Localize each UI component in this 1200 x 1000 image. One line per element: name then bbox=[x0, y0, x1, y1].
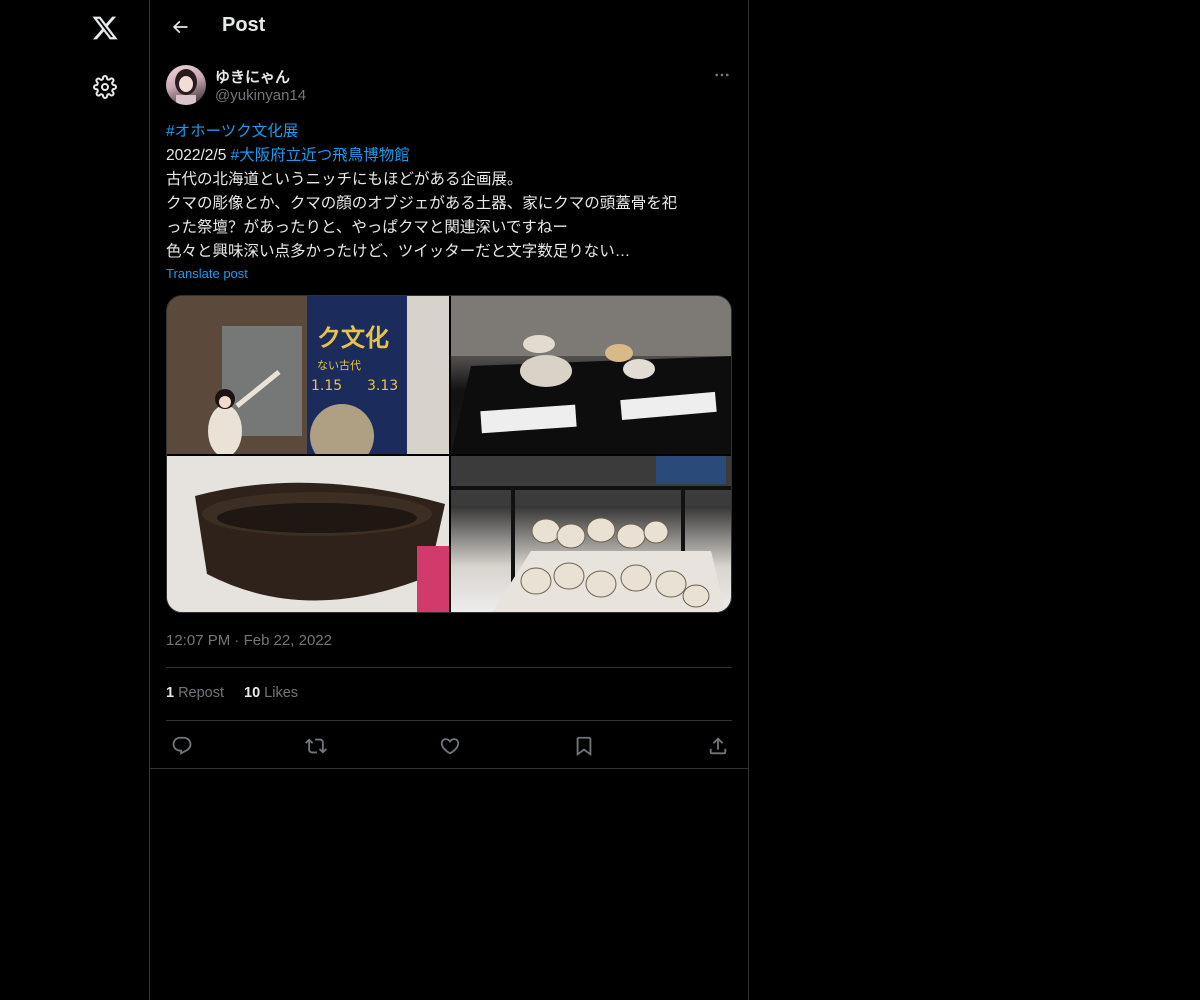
share-button[interactable] bbox=[704, 732, 732, 760]
hashtag-link[interactable]: #大阪府立近つ飛鳥博物館 bbox=[231, 147, 410, 164]
post-text-line: クマの彫像とか、クマの顔のオブジェがある土器、家にクマの頭蓋骨を祀 bbox=[166, 195, 678, 212]
reply-button[interactable] bbox=[168, 732, 196, 760]
likes-label: Likes bbox=[264, 685, 299, 701]
share-icon bbox=[709, 737, 727, 755]
photo-bear-skulls[interactable] bbox=[451, 456, 731, 612]
post-column: Post ゆきにゃん @yukinyan14 #オホーツク文化展 2022/2/… bbox=[150, 0, 749, 1000]
likes-stat[interactable]: 10 Likes bbox=[244, 685, 298, 701]
page-title: Post bbox=[222, 14, 266, 36]
post-timestamp: 12:07 PM · Feb 22, 2022 bbox=[166, 632, 332, 649]
poster-date-start: 1.15 bbox=[311, 378, 342, 394]
repost-icon bbox=[305, 738, 327, 754]
timestamp-separator: · bbox=[230, 632, 244, 649]
poster-title-text: ク文化 bbox=[317, 324, 389, 352]
poster-date-end: 3.13 bbox=[367, 378, 398, 394]
photo-bear-figurines[interactable] bbox=[451, 296, 731, 454]
post-date[interactable]: Feb 22, 2022 bbox=[244, 632, 332, 649]
post-text: #オホーツク文化展 2022/2/5 #大阪府立近つ飛鳥博物館 古代の北海道とい… bbox=[166, 120, 734, 264]
avatar[interactable] bbox=[166, 65, 206, 105]
display-name[interactable]: ゆきにゃん bbox=[215, 66, 290, 87]
heart-icon bbox=[440, 738, 460, 755]
more-options-button[interactable] bbox=[712, 65, 732, 85]
divider bbox=[166, 720, 732, 721]
poster-subtitle-text: ない古代 bbox=[317, 359, 361, 372]
repost-button[interactable] bbox=[302, 732, 330, 760]
x-logo-icon[interactable] bbox=[80, 3, 130, 53]
reposts-count: 1 bbox=[166, 685, 175, 701]
post-text-line: 古代の北海道というニッチにもほどがある企画展。 bbox=[166, 171, 523, 188]
photo-clay-pot[interactable] bbox=[167, 456, 449, 612]
photo-museum-poster[interactable]: ク文化 ない古代 1.15 3.13 bbox=[167, 296, 449, 454]
bookmark-icon bbox=[576, 736, 592, 757]
arrow-left-icon bbox=[172, 20, 188, 34]
reposts-stat[interactable]: 1 Repost bbox=[166, 685, 224, 701]
reply-icon bbox=[172, 736, 192, 755]
divider bbox=[166, 667, 732, 668]
divider bbox=[150, 768, 748, 769]
ellipsis-icon bbox=[715, 73, 729, 77]
left-sidebar bbox=[0, 0, 150, 1000]
post-text-line: 色々と興味深い点多かったけど、ツイッターだと文字数足りない… bbox=[166, 243, 631, 260]
media-grid: ク文化 ない古代 1.15 3.13 bbox=[166, 295, 732, 613]
gear-icon[interactable] bbox=[80, 62, 130, 112]
reposts-label: Repost bbox=[178, 685, 225, 701]
likes-count: 10 bbox=[244, 685, 261, 701]
post-date-text: 2022/2/5 bbox=[166, 147, 231, 164]
post-time[interactable]: 12:07 PM bbox=[166, 632, 230, 649]
action-bar bbox=[166, 732, 732, 760]
post-header: Post bbox=[150, 0, 748, 54]
like-button[interactable] bbox=[436, 732, 464, 760]
translate-post-link[interactable]: Translate post bbox=[166, 266, 248, 281]
hashtag-link[interactable]: #オホーツク文化展 bbox=[166, 123, 298, 140]
post-author: ゆきにゃん @yukinyan14 bbox=[166, 65, 732, 107]
back-button[interactable] bbox=[162, 9, 198, 45]
post-text-line: った祭壇？があったりと、やっぱクマと関連深いですねー bbox=[166, 219, 568, 236]
bookmark-button[interactable] bbox=[570, 732, 598, 760]
user-handle[interactable]: @yukinyan14 bbox=[215, 87, 306, 104]
engagement-stats: 1 Repost 10 Likes bbox=[166, 685, 298, 701]
